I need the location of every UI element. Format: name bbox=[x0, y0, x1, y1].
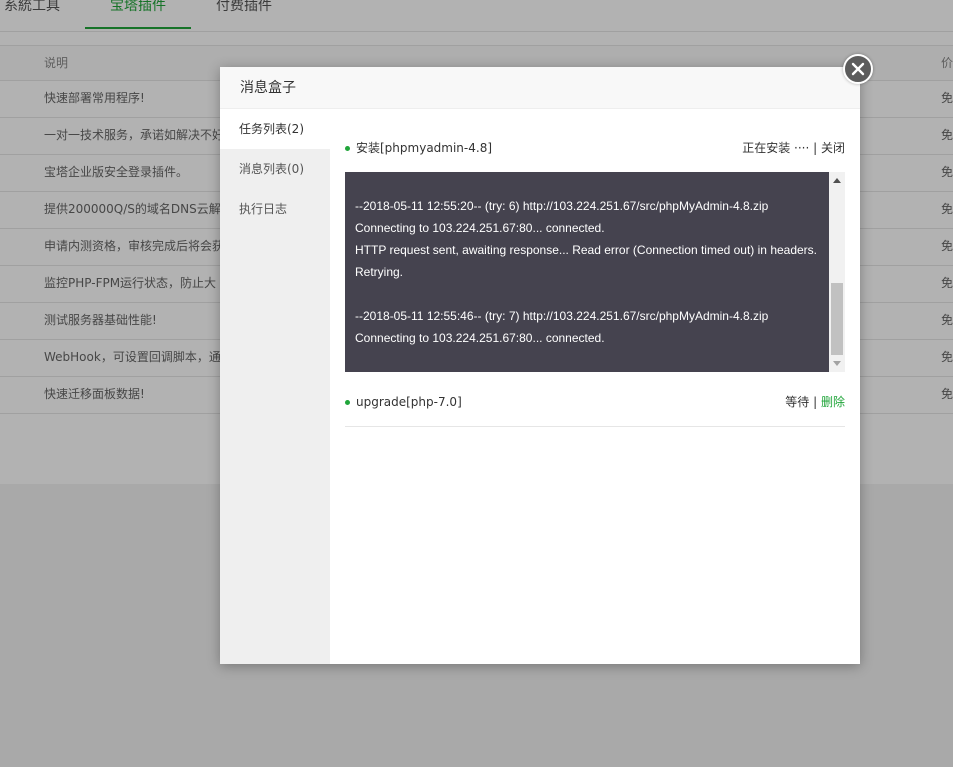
close-icon bbox=[851, 62, 865, 76]
task-status: 等待 | 删除 bbox=[785, 394, 845, 410]
log-line: Connecting to 103.224.251.67:80... conne… bbox=[355, 331, 605, 345]
task-name: 安装[phpmyadmin-4.8] bbox=[356, 141, 493, 155]
task-item: upgrade[php-7.0] 等待 | 删除 bbox=[345, 377, 845, 427]
dialog-title: 消息盒子 bbox=[240, 80, 296, 96]
message-box-dialog: 消息盒子 任务列表(2) 消息列表(0) 执行日志 安装[phpmyadmin-… bbox=[220, 54, 873, 664]
status-dot-icon bbox=[345, 400, 350, 405]
sidebar-item-task-list[interactable]: 任务列表(2) bbox=[220, 109, 330, 149]
log-scrollbar[interactable] bbox=[829, 172, 845, 372]
task-name: upgrade[php-7.0] bbox=[356, 395, 462, 409]
status-separator: | bbox=[809, 395, 821, 409]
log-line: Retrying. bbox=[355, 265, 404, 279]
scroll-thumb[interactable] bbox=[831, 283, 843, 355]
log-line: --2018-05-11 12:55:46-- (try: 7) http://… bbox=[355, 309, 769, 323]
scroll-up-arrow-icon[interactable] bbox=[833, 178, 841, 183]
close-task-link[interactable]: 关闭 bbox=[821, 141, 845, 155]
task-status: 正在安装 ···· | 关闭 bbox=[742, 140, 845, 156]
scroll-down-arrow-icon[interactable] bbox=[833, 361, 841, 366]
dialog-sidebar: 任务列表(2) 消息列表(0) 执行日志 bbox=[220, 109, 330, 664]
sidebar-item-execution-log[interactable]: 执行日志 bbox=[220, 189, 330, 229]
task-status-text: 正在安装 ···· bbox=[742, 141, 810, 155]
task-list: 安装[phpmyadmin-4.8] 正在安装 ···· | 关闭 --2018… bbox=[345, 125, 845, 427]
status-separator: | bbox=[809, 141, 821, 155]
log-line: --2018-05-11 12:55:20-- (try: 6) http://… bbox=[355, 199, 769, 213]
sidebar-item-message-list[interactable]: 消息列表(0) bbox=[220, 149, 330, 189]
log-lines: --2018-05-11 12:55:20-- (try: 6) http://… bbox=[355, 195, 825, 349]
log-line: Connecting to 103.224.251.67:80... conne… bbox=[355, 221, 605, 235]
install-log-console[interactable]: --2018-05-11 12:55:20-- (try: 6) http://… bbox=[345, 172, 845, 372]
dialog-title-bar: 消息盒子 bbox=[220, 67, 860, 109]
log-line: HTTP request sent, awaiting response... … bbox=[355, 243, 818, 257]
task-item: 安装[phpmyadmin-4.8] 正在安装 ···· | 关闭 bbox=[345, 125, 845, 173]
status-dot-icon bbox=[345, 146, 350, 151]
dialog-close-button[interactable] bbox=[843, 54, 873, 84]
delete-task-link[interactable]: 删除 bbox=[821, 395, 845, 409]
task-status-text: 等待 bbox=[785, 395, 810, 409]
